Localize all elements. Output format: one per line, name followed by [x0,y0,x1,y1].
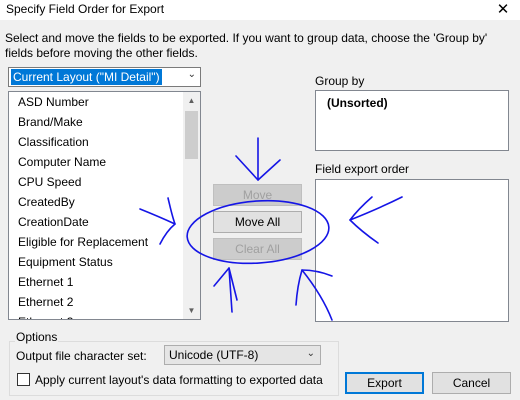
charset-dropdown[interactable]: Unicode (UTF-8) ⌄ [164,345,321,365]
export-button[interactable]: Export [345,372,424,394]
chevron-down-icon: ⌄ [306,348,315,359]
charset-dropdown-value: Unicode (UTF-8) [169,348,259,362]
vertical-scrollbar[interactable]: ▲ ▼ [183,92,200,319]
field-list-item[interactable]: CreatedBy [9,192,183,212]
clear-all-button[interactable]: Clear All [213,238,302,260]
field-list-item[interactable]: Ethernet 1 [9,272,183,292]
field-list-item[interactable]: Classification [9,132,183,152]
group-by-value: (Unsorted) [327,96,388,110]
field-list-item[interactable]: CreationDate [9,212,183,232]
apply-formatting-label: Apply current layout's data formatting t… [35,373,323,387]
move-all-button[interactable]: Move All [213,211,302,233]
charset-label: Output file character set: [16,349,147,363]
field-list-item[interactable]: Brand/Make [9,112,183,132]
available-fields-list[interactable]: ASD Number Brand/Make Classification Comput… [8,91,201,320]
field-export-order-list[interactable] [315,179,509,322]
field-list-item[interactable]: ASD Number [9,92,183,112]
window-title: Specify Field Order for Export [6,2,165,16]
instructions-text: Select and move the fields to be exporte… [5,31,488,60]
field-export-order-label: Field export order [315,162,410,176]
chevron-down-icon: ⌄ [187,69,196,80]
options-title: Options [15,330,59,344]
field-list-item[interactable]: Ethernet 3 [9,312,183,319]
group-by-box[interactable]: (Unsorted) [315,90,509,151]
arrow-up-left-annotation [213,267,238,313]
field-list-item[interactable]: Computer Name [9,152,183,172]
layout-dropdown-value: Current Layout ("MI Detail") [11,69,162,85]
move-button[interactable]: Move [213,184,302,206]
available-fields-items: ASD Number Brand/Make Classification Comput… [9,92,183,319]
title-bar: Specify Field Order for Export ✕ [0,0,520,20]
apply-formatting-checkbox[interactable] [17,373,30,386]
arrow-down-annotation [235,137,281,181]
cancel-button[interactable]: Cancel [432,372,511,394]
layout-dropdown[interactable]: Current Layout ("MI Detail") ⌄ [8,67,201,87]
group-by-label: Group by [315,74,365,88]
scroll-down-icon[interactable]: ▼ [183,302,200,319]
field-list-item[interactable]: Eligible for Replacement [9,232,183,252]
field-list-item[interactable]: Equipment Status [9,252,183,272]
scroll-thumb[interactable] [185,111,198,159]
close-icon[interactable]: ✕ [490,0,516,20]
field-list-item[interactable]: Ethernet 2 [9,292,183,312]
field-list-item[interactable]: CPU Speed [9,172,183,192]
scroll-up-icon[interactable]: ▲ [183,92,200,109]
